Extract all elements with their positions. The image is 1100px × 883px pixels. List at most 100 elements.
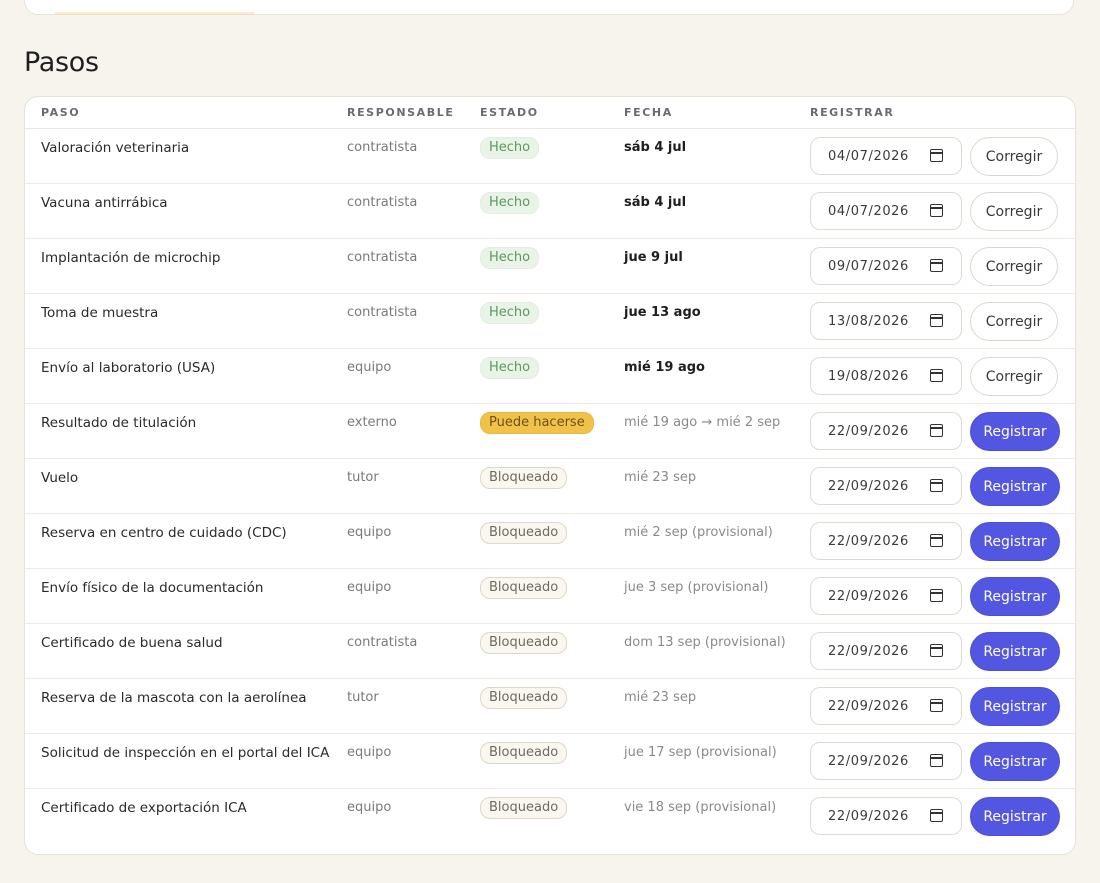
table-row: Toma de muestra contratista Hecho jue 13 ag… — [25, 293, 1075, 349]
correct-button[interactable]: Corregir — [970, 137, 1058, 176]
step-responsible: externo — [347, 415, 397, 430]
responsible-cell: contratista — [331, 293, 464, 349]
calendar-icon[interactable] — [930, 259, 943, 272]
register-button[interactable]: Registrar — [970, 412, 1060, 451]
step-name: Certificado de exportación ICA — [41, 800, 247, 816]
calendar-icon[interactable] — [930, 754, 943, 767]
header-registrar: REGISTRAR — [794, 97, 1075, 129]
register-cell: 22/09/2026 Registrar — [794, 458, 1075, 514]
register-button[interactable]: Registrar — [970, 522, 1060, 561]
table-row: Envío físico de la documentación equipo Bl… — [25, 568, 1075, 624]
date-field-value: 22/09/2026 — [828, 533, 909, 549]
calendar-icon[interactable] — [930, 204, 943, 217]
date-field[interactable]: 04/07/2026 — [810, 192, 962, 230]
step-date: mié 19 ago → mié 2 sep — [624, 415, 781, 430]
header-fecha: FECHA — [608, 97, 794, 129]
step-responsible: contratista — [347, 140, 418, 155]
responsible-cell: equipo — [331, 513, 464, 569]
progress-sliver — [55, 12, 255, 15]
step-responsible: equipo — [347, 360, 392, 375]
register-cell: 22/09/2026 Registrar — [794, 513, 1075, 569]
date-field-value: 22/09/2026 — [828, 808, 909, 824]
date-field-value: 22/09/2026 — [828, 478, 909, 494]
correct-button[interactable]: Corregir — [970, 247, 1058, 286]
date-field[interactable]: 22/09/2026 — [810, 742, 962, 780]
register-cell: 22/09/2026 Registrar — [794, 568, 1075, 624]
date-cell: jue 3 sep (provisional) — [608, 568, 794, 624]
date-field[interactable]: 22/09/2026 — [810, 632, 962, 670]
calendar-icon[interactable] — [930, 809, 943, 822]
status-cell: Bloqueado — [464, 568, 608, 624]
date-field[interactable]: 22/09/2026 — [810, 687, 962, 725]
step-name-cell: Vuelo — [25, 458, 331, 514]
date-field[interactable]: 04/07/2026 — [810, 137, 962, 175]
section-title: Pasos — [24, 47, 99, 78]
step-date: jue 17 sep (provisional) — [624, 745, 777, 760]
register-button[interactable]: Registrar — [970, 742, 1060, 781]
correct-button[interactable]: Corregir — [970, 302, 1058, 341]
calendar-icon[interactable] — [930, 699, 943, 712]
status-badge: Hecho — [480, 302, 540, 324]
responsible-cell: contratista — [331, 623, 464, 679]
register-cell: 22/09/2026 Registrar — [794, 403, 1075, 459]
correct-button[interactable]: Corregir — [970, 192, 1058, 231]
status-badge: Bloqueado — [480, 797, 568, 819]
step-name-cell: Valoración veterinaria — [25, 128, 331, 184]
responsible-cell: equipo — [331, 733, 464, 789]
previous-card — [24, 0, 1074, 15]
step-responsible: equipo — [347, 800, 392, 815]
step-name: Envío físico de la documentación — [41, 580, 264, 596]
step-date: sáb 4 jul — [624, 140, 687, 155]
date-field[interactable]: 09/07/2026 — [810, 247, 962, 285]
register-button[interactable]: Registrar — [970, 632, 1060, 671]
date-field[interactable]: 22/09/2026 — [810, 412, 962, 450]
responsible-cell: tutor — [331, 678, 464, 734]
date-field[interactable]: 19/08/2026 — [810, 357, 962, 395]
step-name: Reserva de la mascota con la aerolínea — [41, 690, 307, 706]
date-field[interactable]: 22/09/2026 — [810, 577, 962, 615]
step-name-cell: Solicitud de inspección en el portal del… — [25, 733, 331, 789]
register-button[interactable]: Registrar — [970, 797, 1060, 836]
status-cell: Bloqueado — [464, 789, 608, 844]
calendar-icon[interactable] — [930, 479, 943, 492]
table-header-row: PASO RESPONSABLE ESTADO FECHA REGISTRAR — [25, 97, 1075, 129]
status-cell: Bloqueado — [464, 623, 608, 679]
register-cell: 22/09/2026 Registrar — [794, 733, 1075, 789]
register-button[interactable]: Registrar — [970, 687, 1060, 726]
step-name-cell: Toma de muestra — [25, 293, 331, 349]
calendar-icon[interactable] — [930, 644, 943, 657]
step-name-cell: Resultado de titulación — [25, 403, 331, 459]
register-button[interactable]: Registrar — [970, 577, 1060, 616]
calendar-icon[interactable] — [930, 589, 943, 602]
date-field[interactable]: 13/08/2026 — [810, 302, 962, 340]
status-cell: Hecho — [464, 183, 608, 239]
step-date: dom 13 sep (provisional) — [624, 635, 786, 650]
status-cell: Puede hacerse — [464, 403, 608, 459]
step-date: jue 13 ago — [624, 305, 701, 320]
calendar-icon[interactable] — [930, 369, 943, 382]
date-field[interactable]: 22/09/2026 — [810, 797, 962, 835]
steps-table-card: PASO RESPONSABLE ESTADO FECHA REGISTRAR … — [24, 96, 1076, 855]
date-cell: mié 19 ago → mié 2 sep — [608, 403, 794, 459]
date-field-value: 22/09/2026 — [828, 698, 909, 714]
calendar-icon[interactable] — [930, 534, 943, 547]
step-date: mié 23 sep — [624, 690, 697, 705]
status-badge: Hecho — [480, 192, 540, 214]
step-responsible: contratista — [347, 195, 418, 210]
correct-button[interactable]: Corregir — [970, 357, 1058, 396]
table-row: Implantación de microchip contratista Hech… — [25, 238, 1075, 294]
date-field[interactable]: 22/09/2026 — [810, 522, 962, 560]
table-row: Resultado de titulación externo Puede hace… — [25, 403, 1075, 459]
date-field[interactable]: 22/09/2026 — [810, 467, 962, 505]
date-cell: jue 17 sep (provisional) — [608, 733, 794, 789]
register-cell: 19/08/2026 Corregir — [794, 348, 1075, 404]
status-badge: Bloqueado — [480, 687, 568, 709]
table-row: Certificado de exportación ICA equipo Bloq… — [25, 789, 1075, 844]
register-button[interactable]: Registrar — [970, 467, 1060, 506]
status-badge: Bloqueado — [480, 632, 568, 654]
table-row: Reserva en centro de cuidado (CDC) equipo… — [25, 513, 1075, 569]
calendar-icon[interactable] — [930, 424, 943, 437]
calendar-icon[interactable] — [930, 149, 943, 162]
calendar-icon[interactable] — [930, 314, 943, 327]
step-name: Toma de muestra — [41, 305, 159, 321]
